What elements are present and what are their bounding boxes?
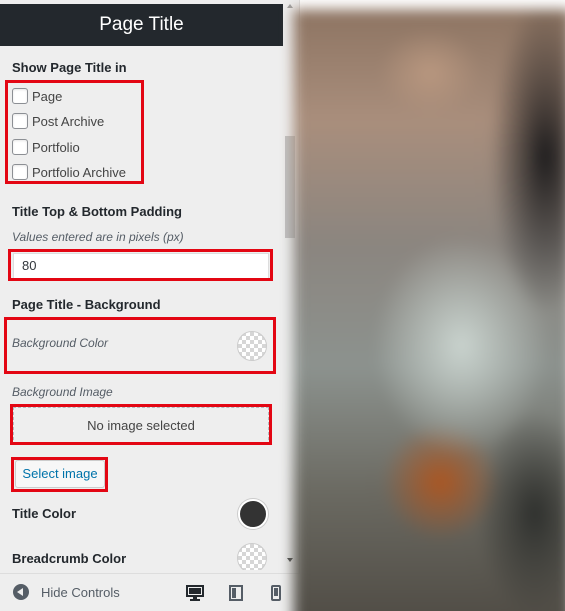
- customizer-panel: Page Title Show Page Title in Page Post …: [0, 0, 300, 611]
- select-image-button[interactable]: Select image: [15, 460, 105, 488]
- background-color-label: Background Color: [12, 336, 109, 350]
- mobile-icon[interactable]: [271, 585, 281, 604]
- hide-controls-button[interactable]: Hide Controls: [13, 584, 120, 600]
- customizer-footer: Hide Controls: [0, 573, 300, 611]
- scroll-down-arrow[interactable]: [287, 558, 293, 562]
- breadcrumb-color-label: Breadcrumb Color: [12, 551, 127, 566]
- collapse-arrow-icon: [13, 584, 29, 600]
- checkbox-portfolio-archive[interactable]: Portfolio Archive: [12, 163, 126, 181]
- image-placeholder[interactable]: No image selected: [13, 407, 269, 445]
- checkbox-label: Portfolio: [32, 139, 80, 155]
- checkbox-portfolio[interactable]: Portfolio: [12, 138, 80, 156]
- desktop-icon[interactable]: [186, 585, 204, 604]
- panel-title: Page Title: [0, 4, 283, 46]
- checkbox-box[interactable]: [12, 88, 28, 104]
- site-preview-image: [293, 9, 565, 611]
- checkbox-page[interactable]: Page: [12, 87, 62, 105]
- breadcrumb-color-swatch[interactable]: [237, 543, 267, 570]
- show-title-heading: Show Page Title in: [12, 60, 127, 75]
- checkbox-label: Page: [32, 88, 63, 104]
- padding-description: Values entered are in pixels (px): [12, 230, 184, 244]
- hide-controls-label: Hide Controls: [41, 584, 120, 600]
- scroll-up-arrow[interactable]: [287, 4, 293, 8]
- panel-body: Show Page Title in Page Post Archive Por…: [0, 46, 283, 570]
- padding-input[interactable]: 80: [13, 253, 269, 279]
- checkbox-label: Post Archive: [32, 113, 105, 129]
- checkbox-label: Portfolio Archive: [32, 164, 126, 180]
- padding-heading: Title Top & Bottom Padding: [12, 204, 182, 219]
- background-heading: Page Title - Background: [12, 297, 161, 312]
- checkbox-box[interactable]: [12, 139, 28, 155]
- background-image-label: Background Image: [12, 385, 113, 399]
- checkbox-post-archive[interactable]: Post Archive: [12, 112, 104, 130]
- checkbox-box[interactable]: [12, 113, 28, 129]
- background-color-swatch[interactable]: [237, 331, 267, 361]
- title-color-swatch[interactable]: [238, 499, 268, 529]
- tablet-icon[interactable]: [229, 585, 243, 604]
- title-color-label: Title Color: [12, 506, 77, 521]
- checkbox-box[interactable]: [12, 164, 28, 180]
